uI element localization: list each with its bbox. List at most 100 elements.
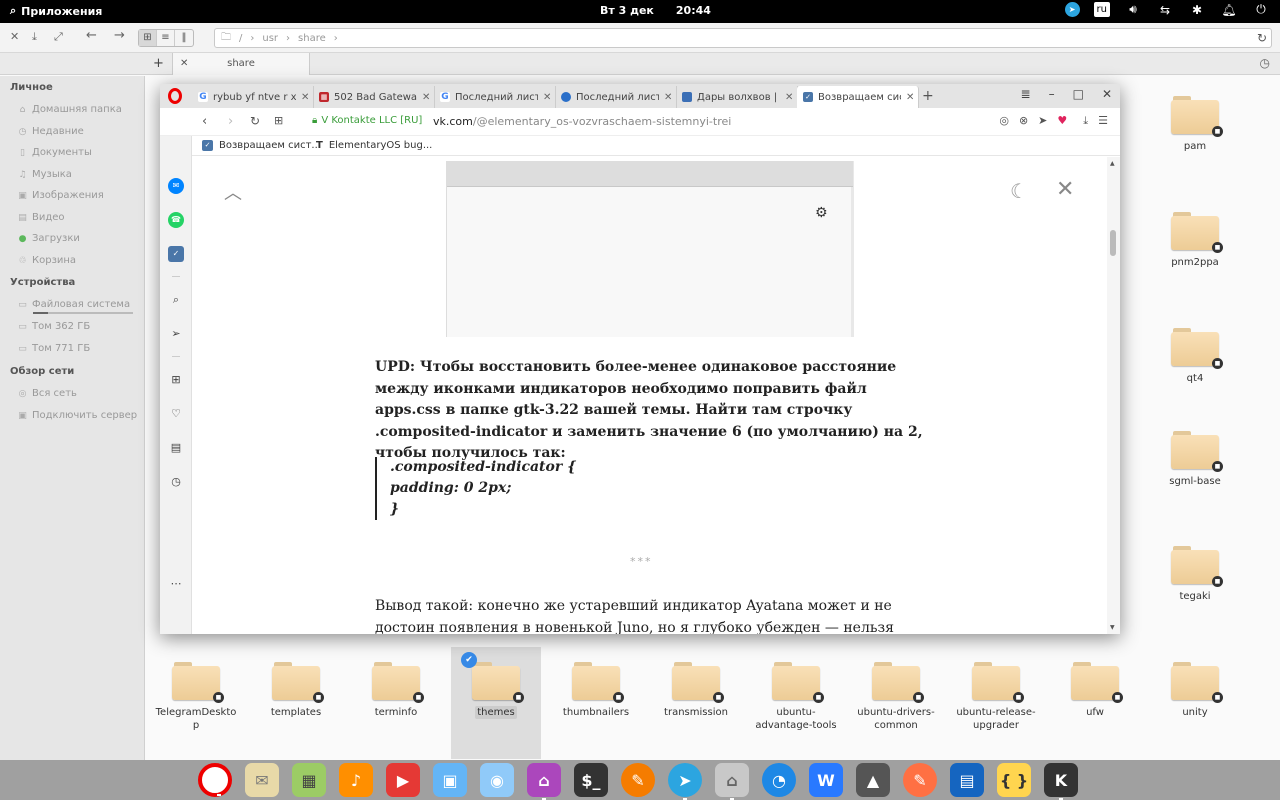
photos-dock-icon[interactable]: ▣ — [433, 763, 467, 797]
folder-qt4[interactable]: ■ qt4 — [1150, 328, 1240, 385]
terminal-dock-icon[interactable]: $_ — [574, 763, 608, 797]
tab-share[interactable]: ✕ share — [172, 53, 310, 75]
tab-last-leaf-google[interactable]: G Последний лист ✕ — [434, 86, 556, 108]
folder-sgml-base[interactable]: ■ sgml-base — [1150, 431, 1240, 488]
forward-icon[interactable]: → — [114, 28, 125, 43]
close-tab-icon[interactable]: ✕ — [785, 92, 797, 103]
folder-unity[interactable]: ■ unity — [1150, 662, 1240, 719]
path-segment-root[interactable]: / — [239, 33, 242, 44]
close-tab-icon[interactable]: ✕ — [422, 92, 434, 103]
selected-check-icon[interactable]: ✔ — [461, 652, 477, 668]
folder-terminfo[interactable]: ■ terminfo — [351, 662, 441, 719]
color-picker-dock-icon[interactable]: ✎ — [621, 763, 655, 797]
tab-vk-article[interactable]: ✓ Возвращаем сист ✕ — [797, 86, 919, 108]
vk-messenger-icon[interactable]: ✓ — [168, 246, 184, 262]
scroll-up-icon[interactable]: ▲ — [1110, 160, 1115, 167]
music-dock-icon[interactable]: ♪ — [339, 763, 373, 797]
telegram-tray-icon[interactable]: ➤ — [1064, 2, 1080, 17]
column-view-icon[interactable]: ‖ — [175, 30, 193, 46]
scroll-down-icon[interactable]: ▼ — [1110, 624, 1115, 631]
maximize-window-icon[interactable]: ⤢ — [54, 30, 63, 44]
minimize-icon[interactable]: – — [1049, 87, 1055, 101]
applications-menu[interactable]: ⌕ Приложения — [10, 4, 102, 18]
kdeconnect-dock-icon[interactable]: K — [1044, 763, 1078, 800]
back-icon[interactable]: ‹ — [202, 114, 207, 129]
maximize-icon[interactable]: □ — [1073, 87, 1084, 101]
close-tab-icon[interactable]: ✕ — [180, 53, 188, 75]
epiphany-dock-icon[interactable]: ◔ — [762, 763, 796, 797]
path-bar[interactable]: 🗀︎ / › usr › share › ↻ — [214, 28, 1272, 48]
inkscape-dock-icon[interactable]: ▲ — [856, 763, 890, 797]
speed-dial-icon[interactable]: ⊞ — [168, 372, 184, 388]
folder-themes[interactable]: ✔ ■ themes — [451, 647, 541, 759]
close-tab-icon[interactable]: ✕ — [664, 92, 676, 103]
folder-pam[interactable]: ■ pam — [1150, 96, 1240, 153]
folder-transmission[interactable]: ■ transmission — [651, 662, 741, 719]
grid-view-icon[interactable]: ⊞ — [139, 30, 157, 46]
download-icon[interactable]: ⤓ — [1083, 114, 1088, 128]
history-clock-icon[interactable]: ◷ — [168, 474, 184, 490]
forward-icon[interactable]: › — [228, 114, 233, 129]
close-icon[interactable]: ✕ — [1102, 87, 1112, 101]
sidebar-item-filesystem[interactable]: ▭ Файловая система — [17, 299, 130, 310]
libreoffice-writer-dock-icon[interactable]: ▤ — [950, 763, 984, 797]
path-segment-usr[interactable]: usr — [262, 33, 278, 44]
folder-templates[interactable]: ■ templates — [251, 662, 341, 719]
security-badge[interactable]: 🔒︎ V Kontakte LLC [RU] — [312, 115, 422, 126]
sidebar-item-entire-network[interactable]: ◎ Вся сеть — [17, 388, 77, 399]
folder-pnm2ppa[interactable]: ■ pnm2ppa — [1150, 212, 1240, 269]
close-tab-icon[interactable]: ✕ — [543, 92, 555, 103]
keyboard-layout-indicator[interactable]: ru — [1093, 2, 1110, 17]
sidebar-item-documents[interactable]: ▯ Документы — [17, 147, 92, 158]
folder-thumbnailers[interactable]: ■ thumbnailers — [551, 662, 641, 719]
calendar-dock-icon[interactable]: ▦ — [292, 763, 326, 797]
close-tab-icon[interactable]: ✕ — [301, 92, 313, 103]
scrollbar-thumb[interactable] — [1110, 230, 1116, 256]
telegram-dock-icon[interactable]: ➤ — [668, 763, 702, 800]
sidebar-item-recent[interactable]: ◷ Недавние — [17, 126, 84, 137]
mail-dock-icon[interactable]: ✉ — [245, 763, 279, 797]
sidebar-item-home[interactable]: ⌂ Домашняя папка — [17, 104, 122, 115]
bluetooth-icon[interactable]: ✱ — [1188, 3, 1206, 17]
power-icon[interactable]: ⏻ — [1252, 2, 1270, 17]
night-mode-moon-icon[interactable]: ☾ — [1010, 179, 1028, 203]
adblock-icon[interactable]: ⊗ — [1019, 114, 1028, 128]
snapshot-camera-icon[interactable]: ◎ — [999, 114, 1009, 128]
speed-dial-icon[interactable]: ⊞ — [274, 114, 283, 127]
heart-icon[interactable]: ♥ — [1057, 114, 1067, 128]
search-icon[interactable]: ⌕ — [168, 292, 184, 308]
close-reader-icon[interactable]: ✕ — [1056, 177, 1074, 202]
sidebar-item-downloads[interactable]: ● Загрузки — [17, 233, 80, 244]
sidebar-item-videos[interactable]: ▤ Видео — [17, 212, 64, 223]
tab-menu-icon[interactable]: ≣ — [1021, 87, 1031, 101]
path-segment-share[interactable]: share — [298, 33, 326, 44]
folder-ubuntu-drivers-common[interactable]: ■ ubuntu-drivers-common — [851, 662, 941, 732]
files-dock-icon[interactable]: ⌂ — [715, 763, 749, 800]
tab-last-leaf[interactable]: Последний лист ✕ — [555, 86, 677, 108]
tab-502-bad-gateway[interactable]: ▦ 502 Bad Gateway ✕ — [313, 86, 435, 108]
sidebar-item-music[interactable]: ♫ Музыка — [17, 169, 71, 180]
news-icon[interactable]: ▤ — [168, 440, 184, 456]
new-tab-button[interactable]: + — [153, 56, 164, 71]
messenger-icon[interactable]: ✉ — [168, 178, 184, 194]
network-icon[interactable]: ⇆ — [1156, 3, 1174, 17]
minimize-window-icon[interactable]: ⤓ — [32, 30, 37, 44]
bookmarks-heart-icon[interactable]: ♡ — [168, 406, 184, 422]
code-editor-dock-icon[interactable]: { } — [997, 763, 1031, 797]
reload-icon[interactable]: ↻ — [250, 114, 260, 128]
whatsapp-icon[interactable]: ☎ — [168, 212, 184, 228]
tab-google-search[interactable]: G rybub yf ntve r xtve ✕ — [192, 86, 314, 108]
settings-switch-dock-icon[interactable]: ◉ — [480, 763, 514, 797]
folder-telegramdesktop[interactable]: ■ TelegramDeskto p — [151, 662, 241, 732]
send-icon[interactable]: ➤ — [1038, 114, 1047, 128]
krita-dock-icon[interactable]: ✎ — [903, 763, 937, 797]
folder-tegaki[interactable]: ■ tegaki — [1150, 546, 1240, 603]
volume-icon[interactable]: 🔊︎ — [1124, 2, 1142, 17]
reload-icon[interactable]: ↻ — [1257, 31, 1267, 45]
clock[interactable]: Вт 3 дек 20:44 — [600, 4, 711, 17]
close-window-icon[interactable]: ✕ — [10, 30, 19, 43]
history-icon[interactable]: ◷ — [1260, 56, 1270, 70]
url-field[interactable]: vk.com/@elementary_os-vozvraschaem-siste… — [433, 115, 731, 128]
close-tab-icon[interactable]: ✕ — [906, 92, 918, 103]
wps-writer-dock-icon[interactable]: W — [809, 763, 843, 797]
